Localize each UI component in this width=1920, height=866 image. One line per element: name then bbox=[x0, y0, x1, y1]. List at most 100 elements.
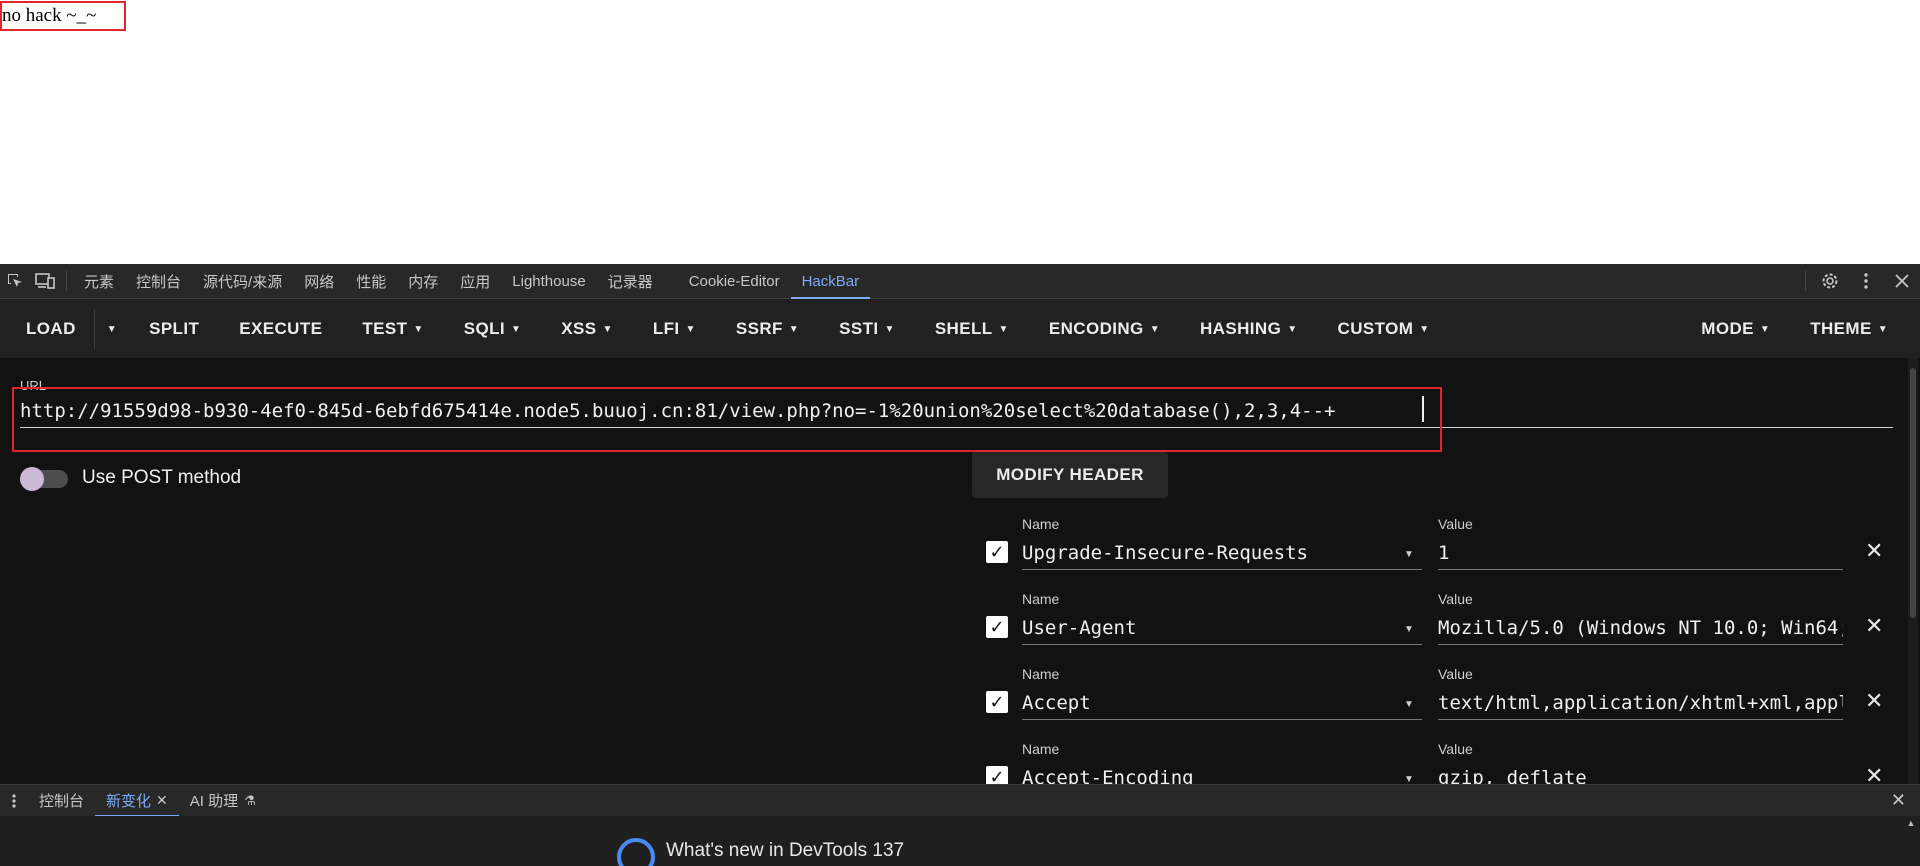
header-value-input[interactable]: Mozilla/5.0 (Windows NT 10.0; Win64; x64… bbox=[1438, 611, 1843, 645]
drawer-menu-icon[interactable] bbox=[0, 785, 28, 817]
header-value-input[interactable]: gzip, deflate bbox=[1438, 761, 1843, 784]
caret-down-icon[interactable]: ▼ bbox=[1404, 624, 1414, 635]
tab-hackbar[interactable]: HackBar bbox=[790, 264, 871, 299]
header-value-input[interactable]: text/html,application/xhtml+xml,applicat… bbox=[1438, 686, 1843, 720]
page-message-highlight bbox=[0, 1, 126, 31]
header-enabled-checkbox[interactable]: ✓ bbox=[986, 691, 1008, 713]
modify-header-button[interactable]: MODIFY HEADER bbox=[972, 452, 1168, 498]
header-row: ✓ Name Upgrade-Insecure-Requests ▼ Value… bbox=[980, 516, 1890, 591]
split-label: SPLIT bbox=[149, 319, 200, 338]
theme-menu-button[interactable]: THEME ▼ bbox=[1790, 300, 1908, 358]
caret-down-icon: ▼ bbox=[884, 323, 895, 335]
ssrf-label: SSRF bbox=[735, 319, 783, 338]
sqli-label: SQLI bbox=[463, 319, 505, 338]
remove-header-close-icon[interactable]: ✕ bbox=[1865, 763, 1883, 784]
tab-console[interactable]: 控制台 bbox=[125, 264, 192, 299]
ssrf-menu-button[interactable]: SSRF ▼ bbox=[716, 300, 819, 358]
hashing-menu-button[interactable]: HASHING ▼ bbox=[1180, 300, 1318, 358]
header-name-select[interactable]: Accept-Encoding bbox=[1022, 761, 1422, 784]
caret-down-icon[interactable]: ▼ bbox=[1404, 774, 1414, 784]
header-name-label: Name bbox=[1022, 666, 1060, 682]
tab-memory[interactable]: 内存 bbox=[397, 264, 449, 299]
device-toolbar-icon[interactable] bbox=[30, 264, 60, 299]
tab-application[interactable]: 应用 bbox=[449, 264, 501, 299]
header-name-label: Name bbox=[1022, 516, 1060, 532]
remove-header-close-icon[interactable]: ✕ bbox=[1865, 613, 1883, 639]
mode-label: MODE bbox=[1701, 319, 1754, 338]
close-tab-icon[interactable]: ✕ bbox=[156, 792, 168, 809]
tab-performance[interactable]: 性能 bbox=[345, 264, 397, 299]
shell-label: SHELL bbox=[934, 319, 993, 338]
remove-header-close-icon[interactable]: ✕ bbox=[1865, 538, 1883, 564]
drawer-tab-whats-new[interactable]: 新变化 ✕ bbox=[95, 785, 179, 817]
close-devtools-icon[interactable] bbox=[1884, 264, 1920, 299]
tab-network[interactable]: 网络 bbox=[293, 264, 345, 299]
more-options-icon[interactable] bbox=[1848, 264, 1884, 299]
drawer-tab-label: AI 助理 bbox=[189, 793, 239, 810]
drawer-tab-ai-assistant[interactable]: AI 助理 ⚗ bbox=[179, 785, 267, 817]
header-enabled-checkbox[interactable]: ✓ bbox=[986, 766, 1008, 784]
xss-menu-button[interactable]: XSS ▼ bbox=[541, 300, 633, 358]
text-cursor bbox=[1422, 396, 1424, 422]
header-value-label: Value bbox=[1438, 666, 1473, 682]
header-name-select[interactable]: User-Agent bbox=[1022, 611, 1422, 645]
load-dropdown-caret-icon[interactable]: ▼ bbox=[95, 300, 129, 358]
tab-elements[interactable]: 元素 bbox=[73, 264, 125, 299]
hackbar-scrollbar[interactable] bbox=[1908, 358, 1918, 784]
tab-separator bbox=[66, 271, 67, 291]
execute-button[interactable]: EXECUTE bbox=[219, 300, 342, 358]
ssti-menu-button[interactable]: SSTI ▼ bbox=[819, 300, 915, 358]
close-drawer-icon[interactable]: ✕ bbox=[1891, 790, 1920, 811]
caret-down-icon: ▼ bbox=[1877, 323, 1888, 335]
drawer-scroll-up-icon[interactable]: ▲ bbox=[1904, 818, 1918, 866]
header-enabled-checkbox[interactable]: ✓ bbox=[986, 541, 1008, 563]
encoding-menu-button[interactable]: ENCODING ▼ bbox=[1029, 300, 1180, 358]
tab-separator bbox=[1805, 271, 1806, 291]
header-value-input[interactable]: 1 bbox=[1438, 536, 1843, 570]
tab-lighthouse[interactable]: Lighthouse bbox=[501, 264, 596, 299]
caret-down-icon[interactable]: ▼ bbox=[1404, 549, 1414, 560]
drawer-tab-bar: 控制台 新变化 ✕ AI 助理 ⚗ ✕ bbox=[0, 784, 1920, 817]
header-value-label: Value bbox=[1438, 516, 1473, 532]
settings-gear-icon[interactable] bbox=[1812, 264, 1848, 299]
header-name-label: Name bbox=[1022, 741, 1060, 757]
hashing-label: HASHING bbox=[1200, 319, 1282, 338]
execute-label: EXECUTE bbox=[239, 319, 323, 338]
sqli-menu-button[interactable]: SQLI ▼ bbox=[444, 300, 542, 358]
header-row: ✓ Name Accept ▼ Value text/html,applicat… bbox=[980, 666, 1890, 741]
caret-down-icon[interactable]: ▼ bbox=[1404, 699, 1414, 710]
xss-label: XSS bbox=[561, 319, 597, 338]
tab-cookie-editor[interactable]: Cookie-Editor bbox=[678, 264, 791, 299]
inspect-element-icon[interactable] bbox=[0, 264, 30, 299]
caret-down-icon: ▼ bbox=[413, 323, 424, 335]
test-menu-button[interactable]: TEST ▼ bbox=[342, 300, 443, 358]
mode-menu-button[interactable]: MODE ▼ bbox=[1681, 300, 1790, 358]
caret-down-icon: ▼ bbox=[1149, 323, 1160, 335]
caret-down-icon: ▼ bbox=[685, 323, 696, 335]
split-button[interactable]: SPLIT bbox=[129, 300, 219, 358]
drawer-tab-label: 新变化 bbox=[106, 793, 152, 810]
hackbar-toolbar: LOAD ▼ SPLIT EXECUTE TEST ▼ SQLI ▼ XSS ▼ LF… bbox=[0, 300, 1920, 358]
flask-icon: ⚗ bbox=[244, 792, 256, 808]
scrollbar-thumb[interactable] bbox=[1910, 368, 1916, 618]
load-button[interactable]: LOAD bbox=[0, 309, 95, 349]
remove-header-close-icon[interactable]: ✕ bbox=[1865, 688, 1883, 714]
shell-menu-button[interactable]: SHELL ▼ bbox=[915, 300, 1029, 358]
tab-recorder[interactable]: 记录器 bbox=[597, 264, 664, 299]
drawer-tab-console[interactable]: 控制台 bbox=[28, 785, 95, 817]
header-enabled-checkbox[interactable]: ✓ bbox=[986, 616, 1008, 638]
post-method-label: Use POST method bbox=[82, 467, 242, 488]
caret-down-icon: ▼ bbox=[1287, 323, 1298, 335]
custom-menu-button[interactable]: CUSTOM ▼ bbox=[1318, 300, 1450, 358]
caret-down-icon: ▼ bbox=[998, 323, 1009, 335]
lfi-menu-button[interactable]: LFI ▼ bbox=[633, 300, 716, 358]
tab-sources[interactable]: 源代码/来源 bbox=[192, 264, 293, 299]
page-content: no hack ~_~ bbox=[0, 0, 1920, 264]
whats-new-heading: What's new in DevTools 137 bbox=[666, 840, 905, 861]
header-name-select[interactable]: Accept bbox=[1022, 686, 1422, 720]
header-row: ✓ Name User-Agent ▼ Value Mozilla/5.0 (W… bbox=[980, 591, 1890, 666]
header-name-select[interactable]: Upgrade-Insecure-Requests bbox=[1022, 536, 1422, 570]
chrome-devtools-logo-icon bbox=[617, 838, 655, 866]
post-method-toggle[interactable] bbox=[20, 467, 68, 491]
header-value-label: Value bbox=[1438, 591, 1473, 607]
